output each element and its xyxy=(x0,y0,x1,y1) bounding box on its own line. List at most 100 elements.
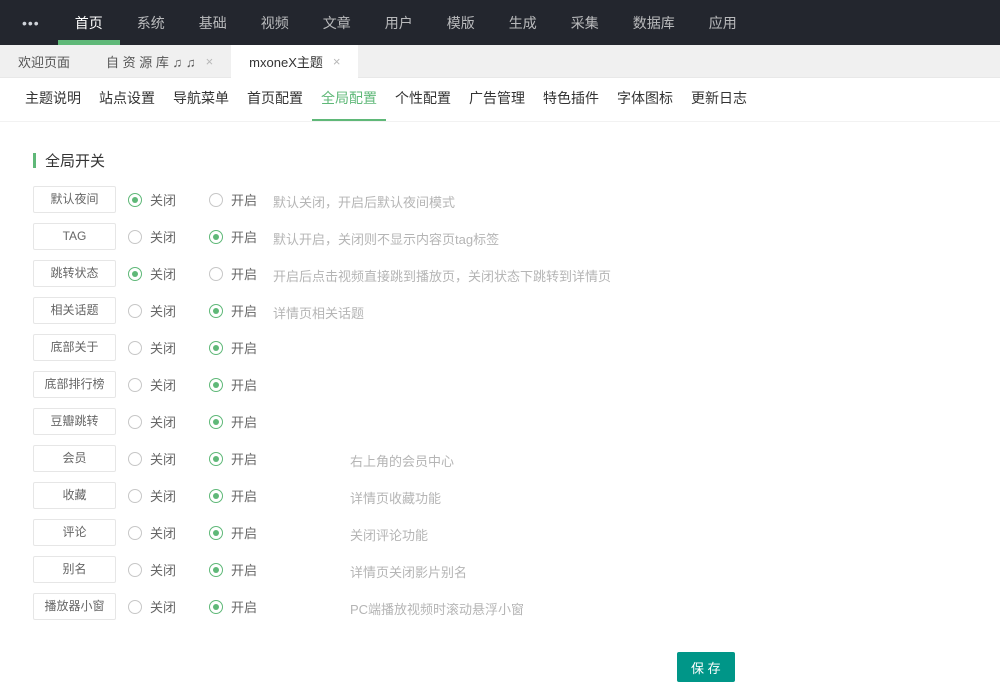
radio-label: 开启 xyxy=(231,449,257,468)
radio-off[interactable]: 关闭 xyxy=(128,375,197,394)
radio-circle-icon xyxy=(209,526,223,540)
save-button[interactable]: 保 存 xyxy=(677,652,735,682)
workspace-tab-label: 欢迎页面 xyxy=(18,52,70,71)
radio-off[interactable]: 关闭 xyxy=(128,560,197,579)
setting-label: 收藏 xyxy=(33,482,116,509)
radio-circle-icon xyxy=(209,378,223,392)
setting-row: 底部排行榜关闭开启 xyxy=(33,371,1000,398)
radio-off[interactable]: 关闭 xyxy=(128,412,197,431)
setting-label: 播放器小窗 xyxy=(33,593,116,620)
subnav-item[interactable]: 字体图标 xyxy=(608,78,682,121)
radio-circle-icon xyxy=(128,304,142,318)
setting-label: TAG xyxy=(33,223,116,250)
radio-circle-icon xyxy=(209,230,223,244)
setting-description: 默认开启，关闭则不显示内容页tag标签 xyxy=(273,229,499,248)
radio-on[interactable]: 开启 xyxy=(209,375,278,394)
workspace-tab[interactable]: mxoneX主题 × xyxy=(231,45,358,78)
subnav-item[interactable]: 主题说明 xyxy=(16,78,90,121)
setting-row: 播放器小窗关闭 开启 PC端播放视频时滚动悬浮小窗 xyxy=(33,593,1000,620)
workspace-tab-label: mxoneX主题 xyxy=(249,52,323,71)
radio-circle-icon xyxy=(128,378,142,392)
global-switch-form: 默认夜间关闭开启默认关闭，开启后默认夜间模式TAG关闭开启默认开启，关闭则不显示… xyxy=(0,186,1000,620)
radio-circle-icon xyxy=(128,452,142,466)
subnav-item[interactable]: 广告管理 xyxy=(460,78,534,121)
topnav-item[interactable]: 生成 xyxy=(492,0,554,45)
radio-off[interactable]: 关闭 xyxy=(128,190,197,209)
top-nav-list: 首页系统基础视频文章用户模版生成采集数据库应用 xyxy=(58,0,754,45)
setting-description: 详情页收藏功能 xyxy=(350,488,441,507)
radio-off[interactable]: 关闭 xyxy=(128,449,197,468)
topnav-item[interactable]: 数据库 xyxy=(616,0,692,45)
close-icon[interactable]: × xyxy=(333,55,341,68)
radio-on[interactable]: 开启 xyxy=(209,190,278,209)
radio-circle-icon xyxy=(128,600,142,614)
subnav-item[interactable]: 首页配置 xyxy=(238,78,312,121)
topnav-item[interactable]: 视频 xyxy=(244,0,306,45)
radio-off[interactable]: 关闭 xyxy=(128,301,197,320)
setting-description: 关闭评论功能 xyxy=(350,525,428,544)
radio-circle-icon xyxy=(128,341,142,355)
subnav-list: 主题说明站点设置导航菜单首页配置全局配置个性配置广告管理特色插件字体图标更新日志 xyxy=(0,78,1000,122)
radio-circle-icon xyxy=(209,452,223,466)
radio-on[interactable]: 开启 xyxy=(209,523,278,542)
radio-off[interactable]: 关闭 xyxy=(128,338,197,357)
topnav-item[interactable]: 基础 xyxy=(182,0,244,45)
subnav-item[interactable]: 个性配置 xyxy=(386,78,460,121)
topnav-item[interactable]: 文章 xyxy=(306,0,368,45)
setting-row: 会员关闭开启右上角的会员中心 xyxy=(33,445,1000,472)
radio-label: 关闭 xyxy=(150,449,176,468)
setting-description: PC端播放视频时滚动悬浮小窗 xyxy=(350,599,524,618)
setting-row: 评论关闭开启关闭评论功能 xyxy=(33,519,1000,546)
section-title: 全局开关 xyxy=(33,150,1000,171)
subnav-item[interactable]: 特色插件 xyxy=(534,78,608,121)
radio-circle-icon xyxy=(128,267,142,281)
radio-label: 关闭 xyxy=(150,523,176,542)
setting-label: 默认夜间 xyxy=(33,186,116,213)
radio-on[interactable]: 开启 xyxy=(209,338,278,357)
setting-label: 豆瓣跳转 xyxy=(33,408,116,435)
radio-label: 开启 xyxy=(231,190,257,209)
setting-row: 收藏关闭开启 详情页收藏功能 xyxy=(33,482,1000,509)
workspace-tab-label: 自 资 源 库 ♫ ♫ xyxy=(106,52,196,71)
radio-on[interactable]: 开启 xyxy=(209,227,278,246)
setting-label: 别名 xyxy=(33,556,116,583)
radio-on[interactable]: 开启 xyxy=(209,264,278,283)
subnav-item[interactable]: 全局配置 xyxy=(312,78,386,121)
topnav-item[interactable]: 模版 xyxy=(430,0,492,45)
topnav-item[interactable]: 应用 xyxy=(692,0,754,45)
radio-off[interactable]: 关闭 xyxy=(128,486,197,505)
radio-on[interactable]: 开启 xyxy=(209,560,278,579)
topnav-item[interactable]: 采集 xyxy=(554,0,616,45)
subnav-item[interactable]: 更新日志 xyxy=(682,78,756,121)
radio-label: 开启 xyxy=(231,264,257,283)
topnav-item[interactable]: 用户 xyxy=(368,0,430,45)
radio-label: 关闭 xyxy=(150,412,176,431)
radio-on[interactable]: 开启 xyxy=(209,597,278,616)
topnav-item[interactable]: 系统 xyxy=(120,0,182,45)
radio-off[interactable]: 关闭 xyxy=(128,264,197,283)
workspace-tab[interactable]: 自 资 源 库 ♫ ♫ × xyxy=(88,45,231,77)
radio-circle-icon xyxy=(128,415,142,429)
radio-off[interactable]: 关闭 xyxy=(128,227,197,246)
setting-label: 会员 xyxy=(33,445,116,472)
radio-on[interactable]: 开启 xyxy=(209,449,278,468)
subnav-item[interactable]: 站点设置 xyxy=(90,78,164,121)
subnav-item[interactable]: 导航菜单 xyxy=(164,78,238,121)
topnav-item[interactable]: 首页 xyxy=(58,0,120,45)
radio-on[interactable]: 开启 xyxy=(209,486,278,505)
radio-circle-icon xyxy=(209,489,223,503)
section-title-accent-bar xyxy=(33,153,36,168)
radio-label: 开启 xyxy=(231,597,257,616)
radio-label: 关闭 xyxy=(150,301,176,320)
radio-on[interactable]: 开启 xyxy=(209,301,278,320)
setting-label: 底部关于 xyxy=(33,334,116,361)
workspace-tab[interactable]: 欢迎页面 xyxy=(0,45,88,77)
close-icon[interactable]: × xyxy=(206,55,214,68)
radio-label: 关闭 xyxy=(150,375,176,394)
radio-label: 关闭 xyxy=(150,264,176,283)
radio-on[interactable]: 开启 xyxy=(209,412,278,431)
more-menu-icon[interactable]: ••• xyxy=(0,0,58,45)
radio-circle-icon xyxy=(209,341,223,355)
radio-off[interactable]: 关闭 xyxy=(128,523,197,542)
radio-off[interactable]: 关闭 xyxy=(128,597,197,616)
